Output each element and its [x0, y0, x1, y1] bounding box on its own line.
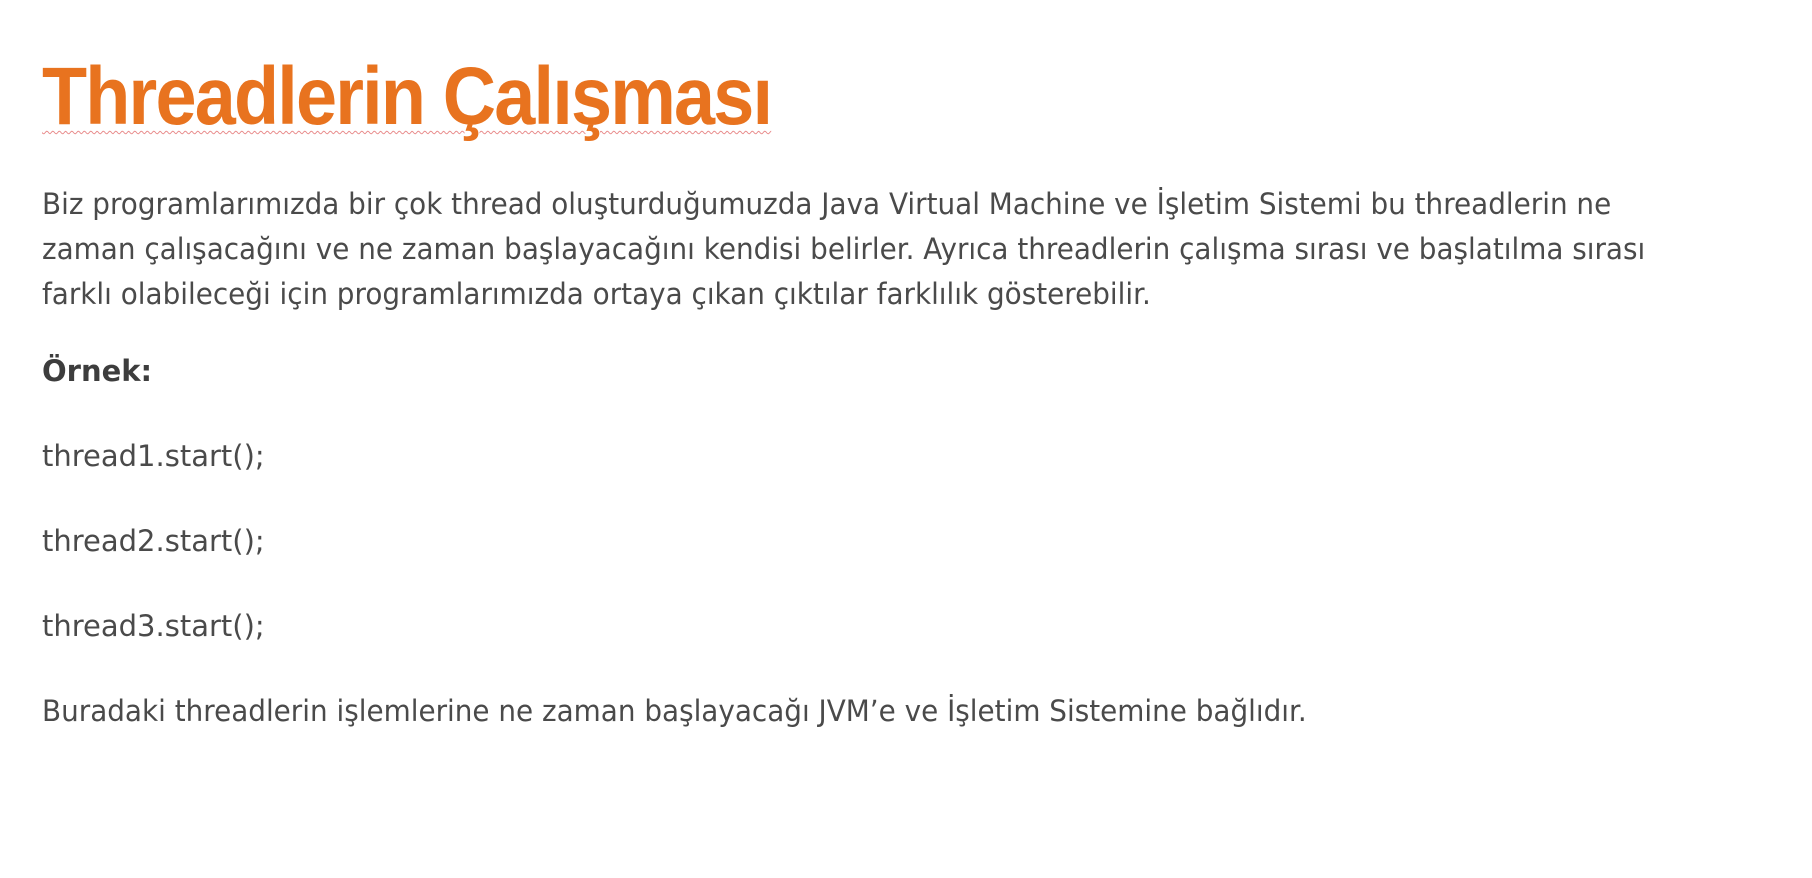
code-line-thread1: thread1.start();: [42, 439, 265, 474]
code-line-thread3: thread3.start();: [42, 609, 265, 644]
closing-paragraph: Buradaki threadlerin işlemlerine ne zama…: [42, 694, 1307, 729]
code-line-thread2: thread2.start();: [42, 524, 265, 559]
document-page: Threadlerin Çalışması Biz programlarımız…: [42, 51, 1782, 734]
page-title: Threadlerin Çalışması: [42, 51, 773, 142]
example-label: Örnek:: [42, 354, 153, 389]
intro-paragraph: Biz programlarımızda bir çok thread oluş…: [42, 187, 1646, 312]
